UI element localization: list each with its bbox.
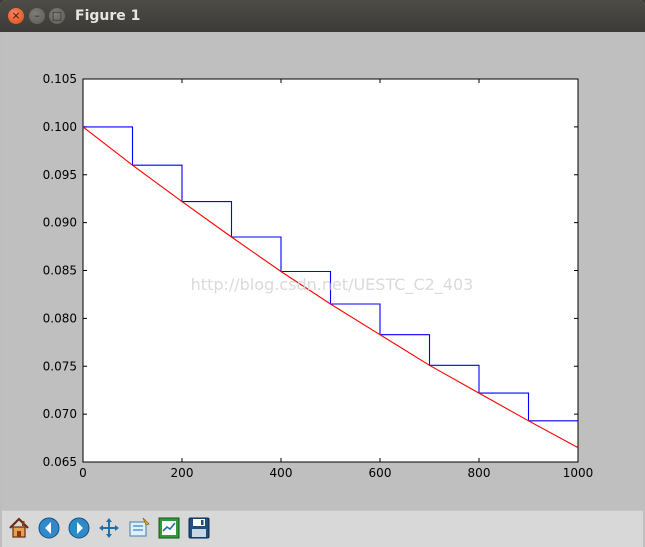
subplots-config-button[interactable] — [155, 514, 183, 542]
forward-button[interactable] — [65, 514, 93, 542]
subplots-config-icon — [158, 517, 180, 539]
x-tick-label: 200 — [171, 466, 194, 480]
close-icon: × — [11, 9, 21, 22]
save-icon — [188, 517, 210, 539]
minimize-window-button[interactable]: – — [29, 8, 45, 24]
watermark-text: http://blog.csdn.net/UESTC_C2_403 — [191, 275, 474, 295]
save-button[interactable] — [185, 514, 213, 542]
window-title: Figure 1 — [75, 8, 141, 24]
y-tick-label: 0.065 — [43, 455, 77, 469]
y-tick-label: 0.090 — [43, 216, 77, 230]
line-chart: 0 200 400 600 800 1000 0.065 0.070 0.075 0.080 0.0… — [43, 72, 594, 480]
forward-icon — [68, 517, 90, 539]
x-tick-label: 800 — [468, 466, 491, 480]
minimize-icon: – — [34, 9, 40, 22]
figure-window: × – □ Figure 1 0 200 400 600 800 1000 0.065 0.0… — [0, 0, 645, 547]
title-bar[interactable]: × – □ Figure 1 — [0, 0, 645, 32]
y-tick-label: 0.075 — [43, 359, 77, 373]
x-tick-label: 0 — [79, 466, 87, 480]
home-button[interactable] — [5, 514, 33, 542]
pan-icon — [99, 518, 119, 538]
back-button[interactable] — [35, 514, 63, 542]
plot-area — [82, 78, 579, 463]
y-tick-label: 0.105 — [43, 72, 77, 86]
navigation-toolbar — [2, 510, 643, 547]
y-tick-label: 0.100 — [43, 120, 77, 134]
x-tick-label: 400 — [270, 466, 293, 480]
zoom-rect-icon — [129, 517, 150, 537]
maximize-window-button[interactable]: □ — [49, 8, 65, 24]
y-tick-label: 0.095 — [43, 168, 77, 182]
y-tick-label: 0.070 — [43, 407, 77, 421]
y-tick-label: 0.080 — [43, 311, 77, 325]
zoom-rect-button[interactable] — [125, 514, 153, 542]
x-tick-label: 1000 — [563, 466, 594, 480]
figure-canvas[interactable]: 0 200 400 600 800 1000 0.065 0.070 0.075 0.080 0.0… — [2, 32, 643, 510]
x-tick-label: 600 — [369, 466, 392, 480]
back-icon — [38, 517, 60, 539]
home-icon — [9, 517, 29, 538]
close-window-button[interactable]: × — [8, 8, 24, 24]
maximize-icon: □ — [51, 9, 63, 22]
y-tick-label: 0.085 — [43, 264, 77, 278]
pan-button[interactable] — [95, 514, 123, 542]
